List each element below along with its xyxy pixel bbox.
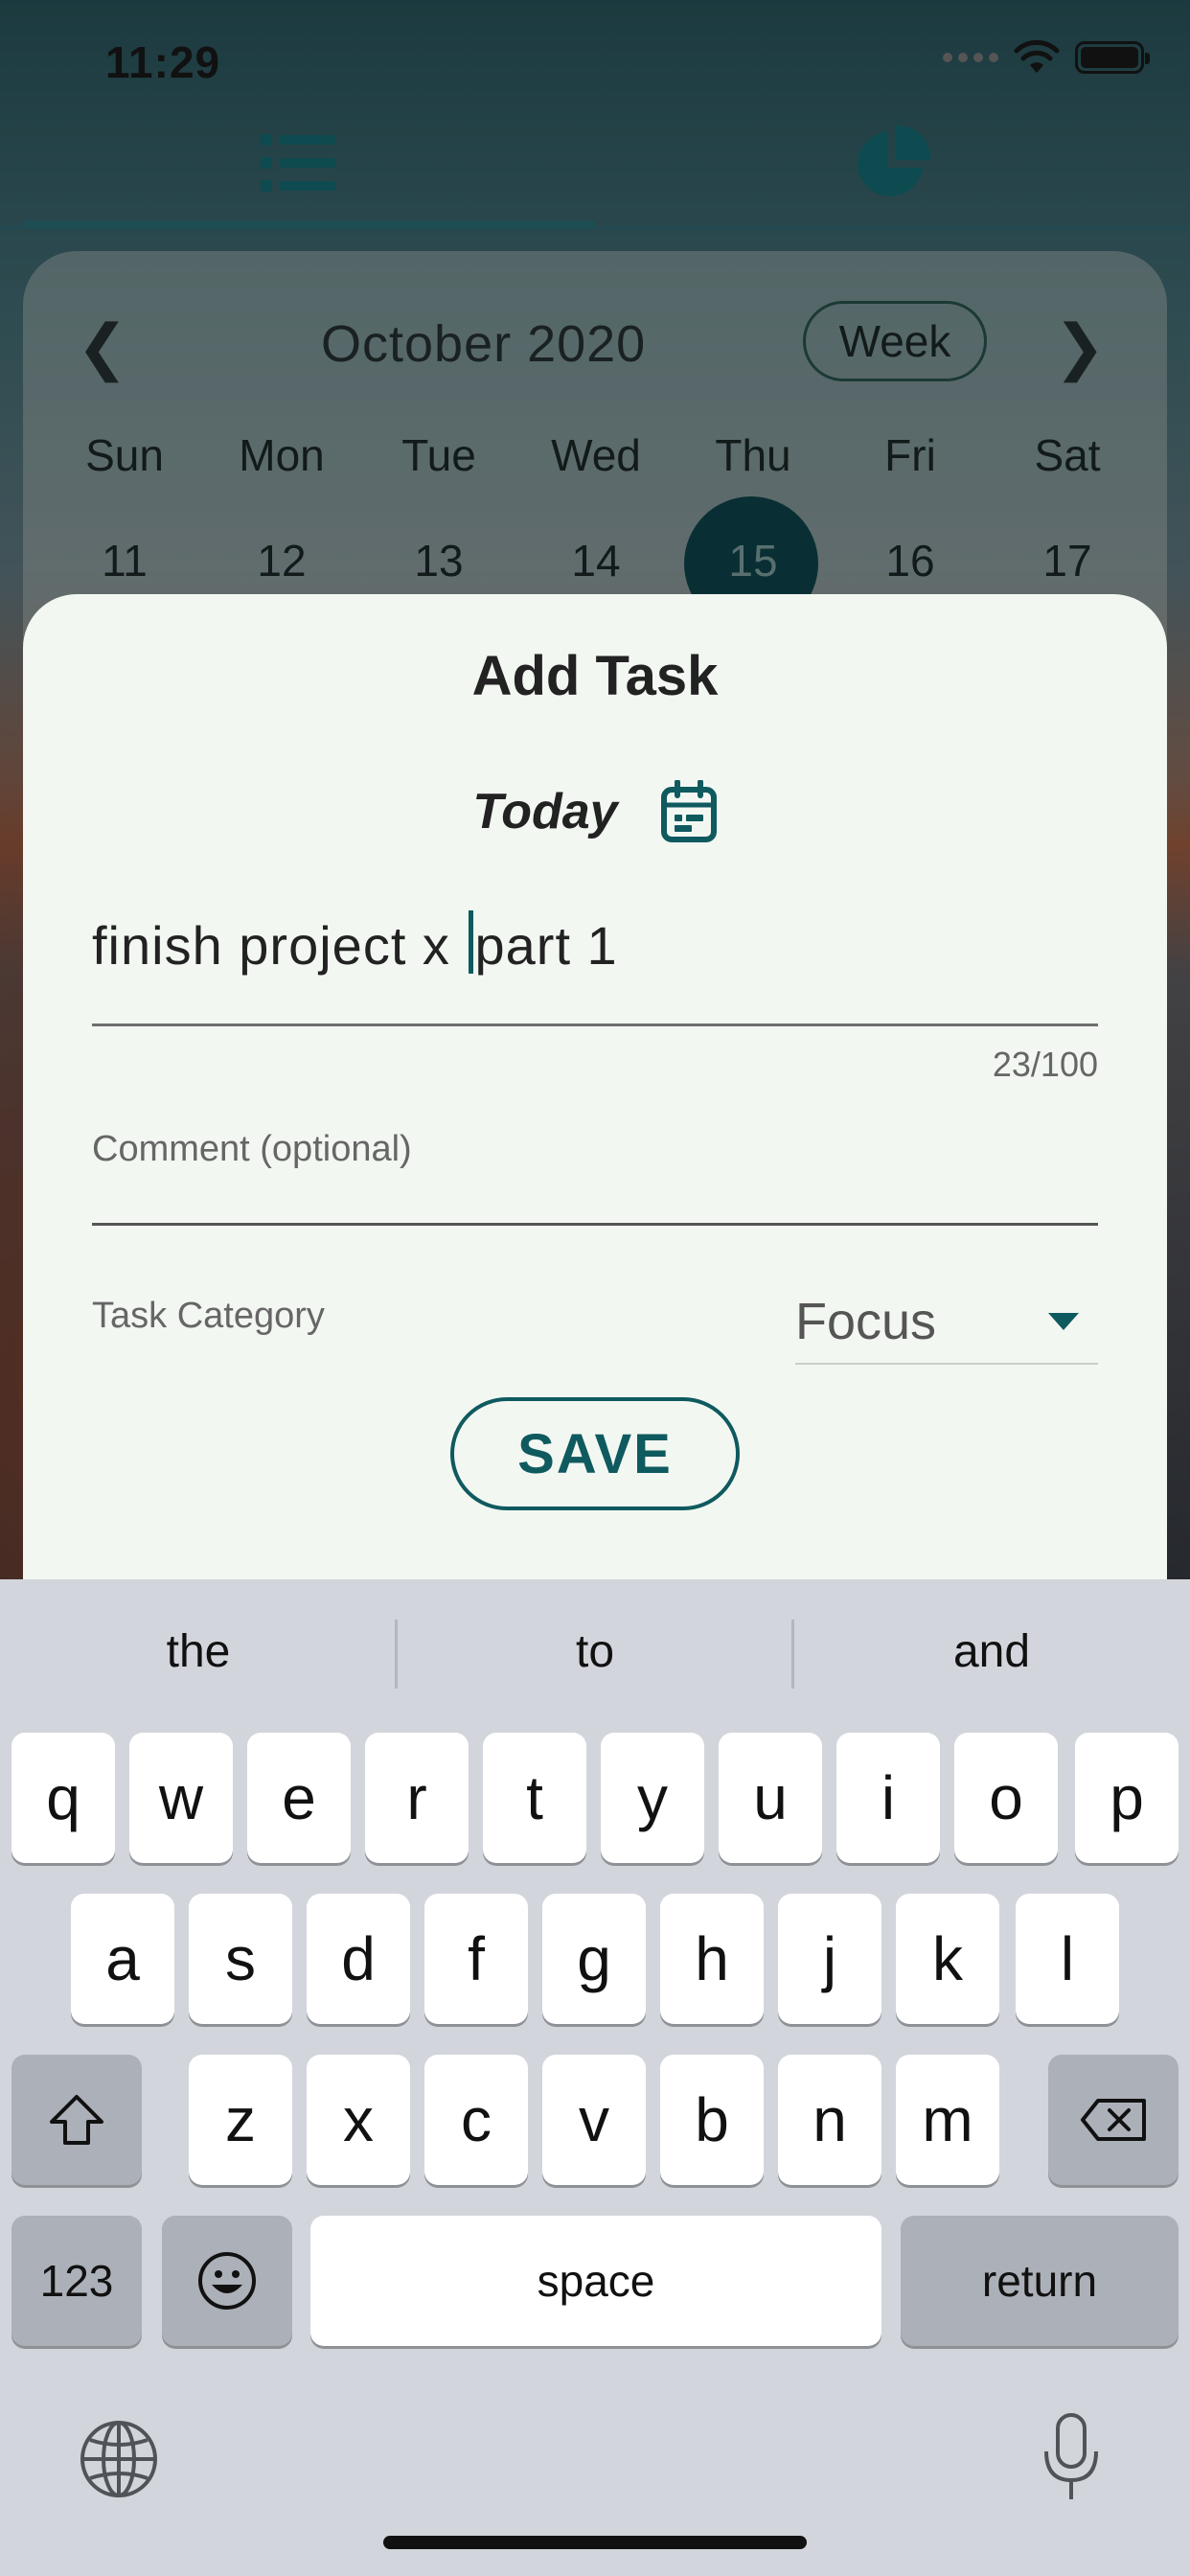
key-i[interactable]: i — [836, 1733, 940, 1863]
key-q[interactable]: q — [11, 1733, 115, 1863]
task-title-text-before-caret: finish project x — [92, 915, 467, 976]
key-a[interactable]: a — [71, 1894, 174, 2024]
task-date-row: Today — [0, 780, 1190, 843]
key-t[interactable]: t — [483, 1733, 586, 1863]
pie-chart-icon — [857, 125, 930, 196]
delete-key[interactable] — [1048, 2055, 1179, 2185]
emoji-key[interactable] — [162, 2216, 292, 2346]
task-category-dropdown[interactable]: Focus — [795, 1280, 1098, 1365]
key-n[interactable]: n — [778, 2055, 881, 2185]
key-k[interactable]: k — [896, 1894, 999, 2024]
key-r[interactable]: r — [365, 1733, 469, 1863]
task-title-input[interactable]: finish project x part 1 — [92, 910, 1098, 1026]
suggestion-item[interactable]: the — [0, 1579, 397, 1723]
task-date-label[interactable]: Today — [472, 783, 617, 840]
suggestion-divider — [791, 1620, 794, 1689]
key-g[interactable]: g — [542, 1894, 646, 2024]
shift-key[interactable] — [11, 2055, 142, 2185]
key-m[interactable]: m — [896, 2055, 999, 2185]
wifi-icon — [1014, 40, 1060, 73]
cellular-signal-icon — [943, 53, 998, 62]
key-x[interactable]: x — [307, 2055, 410, 2185]
key-v[interactable]: v — [542, 2055, 646, 2185]
calendar-icon[interactable] — [660, 780, 718, 843]
key-o[interactable]: o — [954, 1733, 1058, 1863]
task-title-text-after-caret: part 1 — [474, 915, 618, 976]
backspace-icon — [1081, 2099, 1146, 2141]
shift-icon — [50, 2095, 103, 2145]
character-counter: 23/100 — [992, 1045, 1098, 1084]
tab-statistics[interactable] — [595, 96, 1190, 230]
task-category-value: Focus — [795, 1293, 937, 1350]
key-p[interactable]: p — [1075, 1733, 1179, 1863]
microphone-icon[interactable] — [1041, 2411, 1102, 2503]
status-time: 11:29 — [105, 37, 221, 87]
tab-task-list[interactable] — [0, 96, 595, 230]
list-icon — [260, 134, 335, 192]
text-caret — [468, 910, 473, 974]
key-j[interactable]: j — [778, 1894, 881, 2024]
key-c[interactable]: c — [424, 2055, 528, 2185]
key-f[interactable]: f — [424, 1894, 528, 2024]
status-icons — [943, 40, 1150, 75]
header-divider — [0, 226, 1190, 230]
dropdown-arrow-icon — [1048, 1313, 1079, 1330]
key-h[interactable]: h — [660, 1894, 764, 2024]
key-w[interactable]: w — [129, 1733, 233, 1863]
key-u[interactable]: u — [719, 1733, 822, 1863]
sheet-title: Add Task — [471, 645, 719, 707]
key-z[interactable]: z — [189, 2055, 292, 2185]
suggestion-item[interactable]: and — [793, 1579, 1190, 1723]
suggestion-item[interactable]: to — [397, 1579, 793, 1723]
key-d[interactable]: d — [307, 1894, 410, 2024]
suggestion-divider — [395, 1620, 398, 1689]
home-indicator[interactable] — [383, 2536, 807, 2549]
battery-icon — [1075, 41, 1150, 74]
comment-input[interactable]: Comment (optional) — [92, 1119, 1098, 1226]
return-key[interactable]: return — [901, 2216, 1179, 2346]
comment-placeholder: Comment (optional) — [92, 1129, 412, 1169]
emoji-icon — [198, 2252, 256, 2310]
key-s[interactable]: s — [189, 1894, 292, 2024]
key-y[interactable]: y — [601, 1733, 704, 1863]
app-header-tabs — [0, 96, 1190, 230]
keyboard-suggestions: the to and — [0, 1579, 1190, 1723]
key-l[interactable]: l — [1016, 1894, 1119, 2024]
save-button[interactable]: SAVE — [450, 1397, 740, 1510]
task-category-label: Task Category — [92, 1296, 325, 1336]
numbers-key[interactable]: 123 — [11, 2216, 142, 2346]
key-b[interactable]: b — [660, 2055, 764, 2185]
globe-icon[interactable] — [79, 2419, 159, 2499]
space-key[interactable]: space — [310, 2216, 881, 2346]
key-e[interactable]: e — [247, 1733, 351, 1863]
